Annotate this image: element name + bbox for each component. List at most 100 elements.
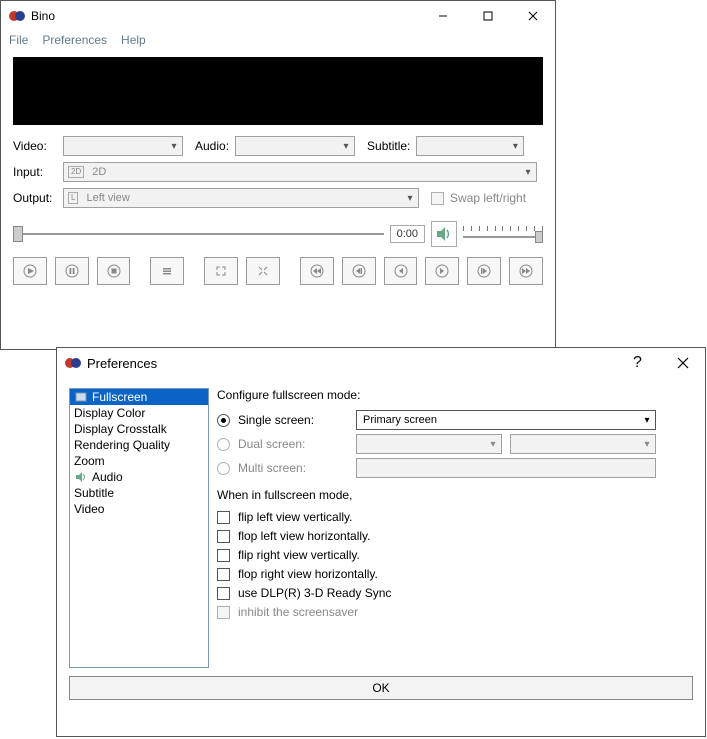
video-area — [13, 57, 543, 125]
prefs-item-subtitle[interactable]: Subtitle — [70, 485, 208, 501]
output-value: Left view — [82, 192, 402, 204]
volume-icon[interactable] — [431, 221, 457, 247]
prefs-item-zoom[interactable]: Zoom — [70, 453, 208, 469]
dual-screen-label: Dual screen: — [238, 437, 348, 451]
chevron-down-icon: ▾ — [402, 193, 418, 204]
chevron-down-icon: ▾ — [166, 141, 182, 152]
menu-preferences[interactable]: Preferences — [42, 33, 107, 47]
prefs-item-audio[interactable]: Audio — [70, 469, 208, 485]
preferences-window: Preferences ? Fullscreen Display Color D… — [56, 347, 706, 737]
controls-row — [1, 251, 555, 297]
dual-screen-radio[interactable] — [217, 438, 230, 451]
input-select[interactable]: 2D 2D ▾ — [63, 162, 537, 182]
menu-help[interactable]: Help — [121, 33, 146, 47]
chevron-down-icon: ▾ — [639, 439, 655, 450]
prefs-item-label: Rendering Quality — [74, 438, 170, 452]
window-title: Bino — [31, 9, 420, 23]
output-select[interactable]: L Left view ▾ — [63, 188, 419, 208]
prefs-category-list[interactable]: Fullscreen Display Color Display Crossta… — [69, 388, 209, 668]
checkbox-box[interactable] — [217, 587, 230, 600]
main-window: Bino File Preferences Help Video: ▾ Audi… — [0, 0, 556, 350]
check-label: flop left view horizontally. — [238, 529, 371, 543]
center-button[interactable] — [246, 257, 280, 285]
seek-row: 0:00 — [1, 211, 555, 251]
prefs-item-label: Subtitle — [74, 486, 114, 500]
close-button[interactable] — [510, 1, 555, 31]
input-badge: 2D — [68, 166, 84, 178]
input-row: Input: 2D 2D ▾ — [1, 159, 555, 185]
chevron-down-icon: ▾ — [507, 141, 523, 152]
prefs-item-display-color[interactable]: Display Color — [70, 405, 208, 421]
multi-screen-input[interactable] — [356, 458, 656, 478]
prefs-item-label: Display Color — [74, 406, 145, 420]
multi-screen-radio[interactable] — [217, 462, 230, 475]
single-screen-value: Primary screen — [357, 414, 639, 426]
menubar: File Preferences Help — [1, 31, 555, 53]
check-dlp-sync: use DLP(R) 3-D Ready Sync — [217, 586, 693, 600]
seek-slider[interactable] — [13, 224, 384, 244]
video-label: Video: — [13, 139, 57, 153]
volume-slider[interactable] — [463, 224, 543, 244]
single-screen-select[interactable]: Primary screen ▾ — [356, 410, 656, 430]
close-button[interactable] — [660, 348, 705, 378]
ok-button[interactable]: OK — [69, 676, 693, 700]
seek-fwd-far-button[interactable] — [509, 257, 543, 285]
loop-button[interactable] — [150, 257, 184, 285]
video-select[interactable]: ▾ — [63, 136, 183, 156]
prefs-item-fullscreen[interactable]: Fullscreen — [70, 389, 208, 405]
app-icon — [65, 355, 81, 371]
multi-screen-label: Multi screen: — [238, 461, 348, 475]
checkbox-box[interactable] — [217, 511, 230, 524]
prefs-panel: Configure fullscreen mode: Single screen… — [217, 388, 693, 668]
chevron-down-icon: ▾ — [520, 167, 536, 178]
check-inhibit-screensaver: inhibit the screensaver — [217, 605, 693, 619]
prefs-titlebar: Preferences ? — [57, 348, 705, 378]
play-button[interactable] — [13, 257, 47, 285]
check-flop-left-h: flop left view horizontally. — [217, 529, 693, 543]
checkbox-box[interactable] — [217, 549, 230, 562]
seek-back-mid-button[interactable] — [342, 257, 376, 285]
configure-label: Configure fullscreen mode: — [217, 388, 693, 402]
single-screen-row: Single screen: Primary screen ▾ — [217, 410, 693, 430]
prefs-title: Preferences — [87, 356, 615, 371]
window-buttons — [420, 1, 555, 31]
seek-back-far-button[interactable] — [300, 257, 334, 285]
chevron-down-icon: ▾ — [485, 439, 501, 450]
audio-select[interactable]: ▾ — [235, 136, 355, 156]
check-flip-left-v: flip left view vertically. — [217, 510, 693, 524]
checkbox-box[interactable] — [217, 530, 230, 543]
when-label: When in fullscreen mode, — [217, 488, 693, 502]
single-screen-label: Single screen: — [238, 413, 348, 427]
input-label: Input: — [13, 165, 57, 179]
output-badge: L — [68, 192, 78, 204]
checkbox-box[interactable] — [217, 606, 230, 619]
prefs-item-label: Video — [74, 502, 104, 516]
chevron-down-icon: ▾ — [338, 141, 354, 152]
swap-checkbox[interactable]: Swap left/right — [431, 191, 526, 205]
stop-button[interactable] — [97, 257, 131, 285]
seek-back-button[interactable] — [384, 257, 418, 285]
help-button[interactable]: ? — [615, 348, 660, 378]
subtitle-label: Subtitle: — [367, 139, 410, 153]
prefs-item-video[interactable]: Video — [70, 501, 208, 517]
subtitle-select[interactable]: ▾ — [416, 136, 524, 156]
dual-screen-row: Dual screen: ▾ ▾ — [217, 434, 693, 454]
minimize-button[interactable] — [420, 1, 465, 31]
app-icon — [9, 8, 25, 24]
seek-fwd-button[interactable] — [425, 257, 459, 285]
maximize-button[interactable] — [465, 1, 510, 31]
check-label: use DLP(R) 3-D Ready Sync — [238, 586, 391, 600]
checkbox-box[interactable] — [217, 568, 230, 581]
fullscreen-button[interactable] — [204, 257, 238, 285]
main-titlebar: Bino — [1, 1, 555, 31]
prefs-item-display-crosstalk[interactable]: Display Crosstalk — [70, 421, 208, 437]
dual-screen-select-1[interactable]: ▾ — [356, 434, 502, 454]
prefs-item-rendering-quality[interactable]: Rendering Quality — [70, 437, 208, 453]
dual-screen-select-2[interactable]: ▾ — [510, 434, 656, 454]
check-flop-right-h: flop right view horizontally. — [217, 567, 693, 581]
pause-button[interactable] — [55, 257, 89, 285]
menu-file[interactable]: File — [9, 33, 28, 47]
single-screen-radio[interactable] — [217, 414, 230, 427]
seek-fwd-mid-button[interactable] — [467, 257, 501, 285]
fullscreen-icon — [74, 390, 88, 404]
